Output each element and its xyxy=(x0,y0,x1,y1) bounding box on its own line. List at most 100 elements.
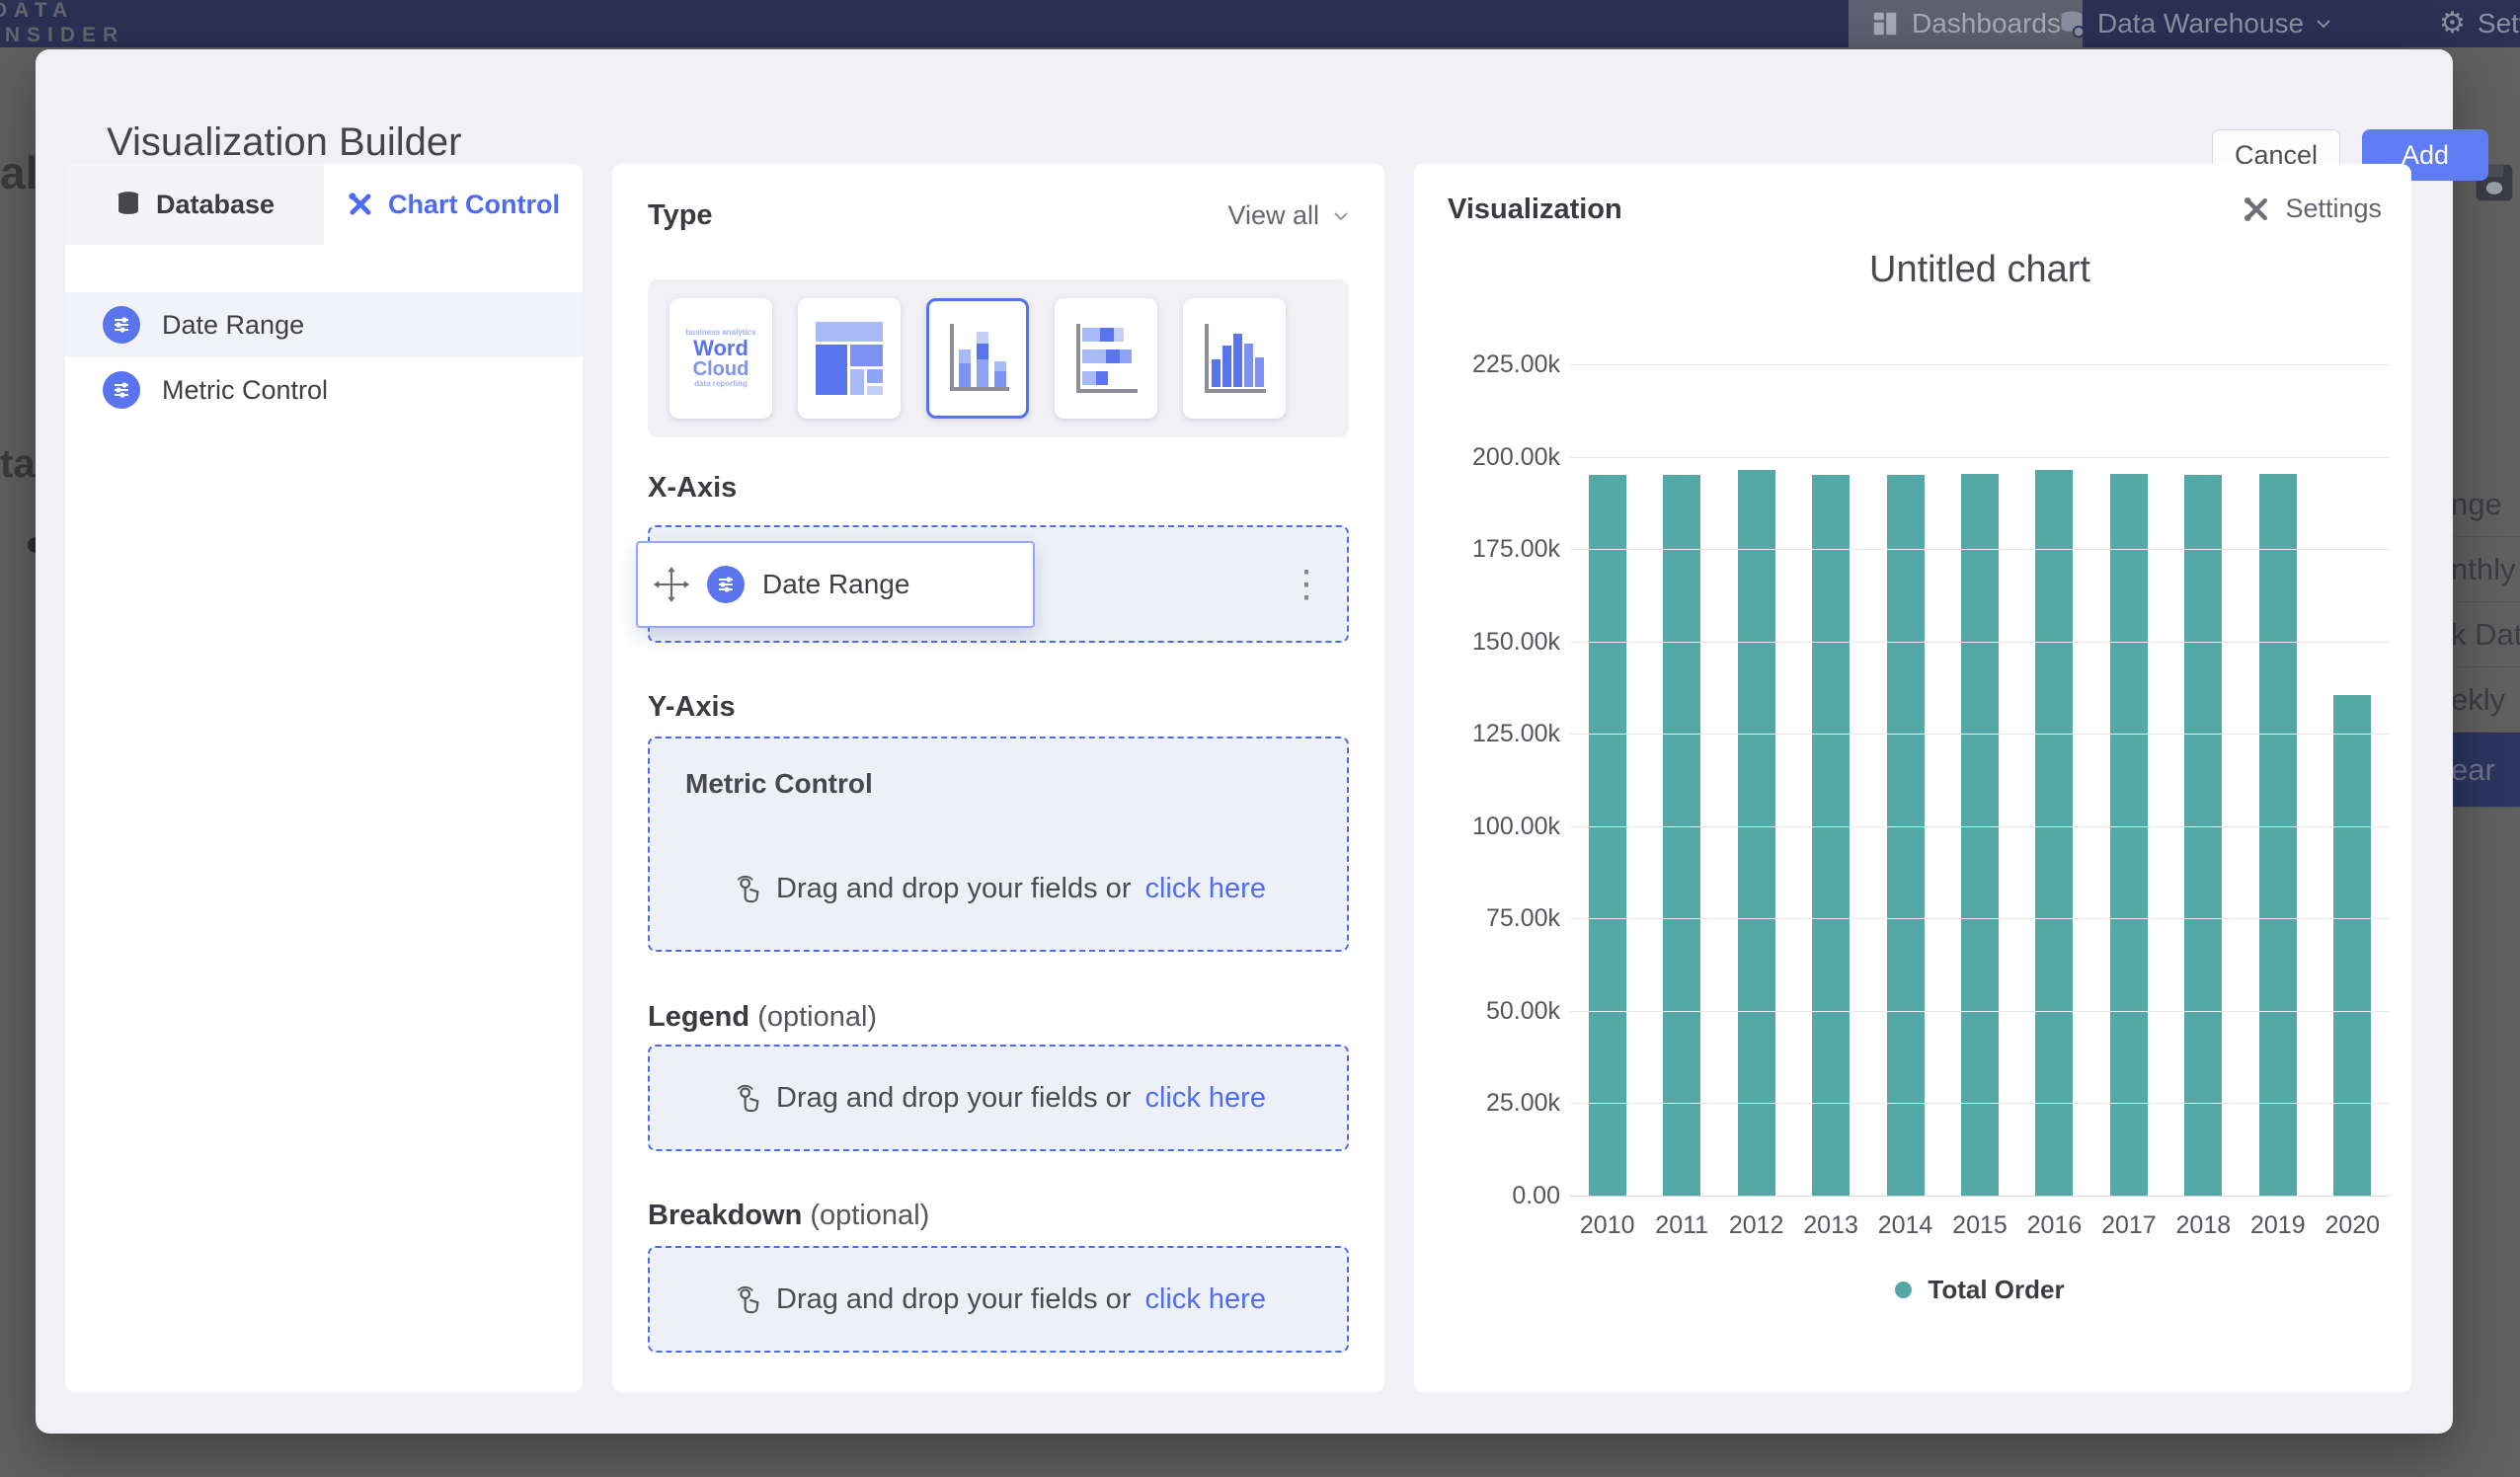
chart-type-stacked-column[interactable] xyxy=(926,298,1029,419)
tab-label: Chart Control xyxy=(388,190,560,220)
bar-slot xyxy=(2091,364,2166,1196)
legend-section-label: Legend (optional) xyxy=(648,1001,877,1034)
click-here-link[interactable]: click here xyxy=(1144,1283,1266,1316)
legend-dropzone[interactable]: Drag and drop your fields or click here xyxy=(648,1045,1349,1151)
chevron-down-icon xyxy=(2316,19,2331,29)
histogram-thumbnail xyxy=(1199,320,1270,397)
background-text-fragment: al xyxy=(0,146,38,199)
field-icon xyxy=(103,371,140,409)
fields-panel: Database Chart Control Date RangeMetric … xyxy=(65,164,583,1392)
tools-icon xyxy=(2242,194,2271,224)
y-tick-label: 175.00k xyxy=(1438,535,1560,564)
view-all-label: View all xyxy=(1227,200,1319,231)
click-here-link[interactable]: click here xyxy=(1144,873,1266,905)
settings-label: Settings xyxy=(2285,194,2382,224)
visualization-header: Visualization xyxy=(1448,194,1622,226)
background-menu-item: k Date xyxy=(2447,602,2520,667)
x-tick-label: 2020 xyxy=(2316,1211,2390,1240)
metric-control-group-title: Metric Control xyxy=(685,768,873,800)
bar xyxy=(2333,695,2371,1196)
y-tick-label: 150.00k xyxy=(1438,628,1560,657)
bar-slot xyxy=(1719,364,1793,1196)
field-icon xyxy=(103,306,140,344)
bar xyxy=(2184,475,2222,1196)
chart-type-word-cloud[interactable]: business analytics Word Cloud data repor… xyxy=(669,298,772,419)
dropzone-hint: Drag and drop your fields or xyxy=(776,873,1131,905)
chart-control-field-list: Date RangeMetric Control xyxy=(65,292,583,423)
chip-label: Date Range xyxy=(762,569,909,600)
gridline xyxy=(1570,1103,2390,1104)
gridline xyxy=(1570,364,2390,365)
y-axis-dropzone[interactable]: Metric Control Drag and drop your fields… xyxy=(648,737,1349,952)
gridline xyxy=(1570,549,2390,550)
tab-chart-control[interactable]: Chart Control xyxy=(324,164,583,245)
gear-icon: ⚙ xyxy=(2439,9,2466,39)
y-tick-label: 100.00k xyxy=(1438,813,1560,841)
treemap-thumbnail xyxy=(814,320,885,397)
y-tick-label: 225.00k xyxy=(1438,350,1560,379)
chart-type-treemap[interactable] xyxy=(798,298,901,419)
legend-label: Total Order xyxy=(1928,1275,2064,1305)
background-menu-item: ekly xyxy=(2447,667,2520,733)
gridline xyxy=(1570,642,2390,643)
field-icon xyxy=(707,566,745,603)
chart-settings-button[interactable]: Settings xyxy=(2242,194,2382,224)
x-axis-section-label: X-Axis xyxy=(648,472,737,505)
bar-slot xyxy=(1868,364,1942,1196)
chevron-down-icon xyxy=(1333,211,1349,221)
click-here-link[interactable]: click here xyxy=(1144,1082,1266,1115)
app-logo: DATA INSIDER xyxy=(0,0,124,47)
bar-slot xyxy=(2166,364,2241,1196)
y-tick-label: 75.00k xyxy=(1438,904,1560,933)
tap-icon xyxy=(731,1082,762,1114)
bar-series xyxy=(1570,364,2390,1196)
x-tick-label: 2018 xyxy=(2166,1211,2241,1240)
gridline xyxy=(1570,734,2390,735)
bar xyxy=(2110,474,2148,1196)
breakdown-section-label: Breakdown (optional) xyxy=(648,1200,929,1232)
logo-line1: DATA xyxy=(0,0,74,22)
tap-icon xyxy=(731,873,762,904)
bar-chart-plot xyxy=(1570,364,2390,1196)
view-all-dropdown[interactable]: View all xyxy=(1227,200,1349,231)
bar xyxy=(1663,475,1700,1196)
y-tick-label: 125.00k xyxy=(1438,720,1560,748)
field-item[interactable]: Metric Control xyxy=(65,357,583,423)
x-tick-label: 2014 xyxy=(1868,1211,1942,1240)
type-section-label: Type xyxy=(648,199,713,232)
bar-slot xyxy=(1793,364,1867,1196)
bar xyxy=(1887,475,1925,1196)
move-icon xyxy=(654,567,689,602)
nav-tab-settings[interactable]: ⚙ Settings xyxy=(2417,0,2520,47)
tab-database[interactable]: Database xyxy=(65,164,324,245)
gridline xyxy=(1570,457,2390,458)
nav-tab-data-warehouse[interactable]: Data Warehouse xyxy=(2036,0,2353,47)
x-tick-label: 2010 xyxy=(1570,1211,1644,1240)
bar xyxy=(2259,474,2297,1196)
top-nav-bar: DATA INSIDER Dashboards Data Warehouse ⚙ xyxy=(0,0,2520,47)
gridline xyxy=(1570,1011,2390,1012)
word-cloud-thumbnail: business analytics Word Cloud data repor… xyxy=(685,329,755,389)
visualization-panel: Visualization Settings Untitled chart 20… xyxy=(1414,164,2411,1392)
breakdown-dropzone[interactable]: Drag and drop your fields or click here xyxy=(648,1246,1349,1353)
chart-type-stacked-bar[interactable] xyxy=(1055,298,1157,419)
gridline xyxy=(1570,1196,2390,1197)
modal-title: Visualization Builder xyxy=(107,120,461,165)
bar-slot xyxy=(1942,364,2016,1196)
kebab-menu-icon[interactable]: ⋮ xyxy=(1288,527,1325,641)
y-axis-section-label: Y-Axis xyxy=(648,691,736,724)
tap-icon xyxy=(731,1283,762,1315)
bar-slot xyxy=(2017,364,2091,1196)
tools-icon xyxy=(347,191,374,218)
tab-label: Database xyxy=(156,190,275,220)
x-tick-label: 2012 xyxy=(1719,1211,1793,1240)
date-range-chip[interactable]: Date Range xyxy=(636,541,1035,628)
dropzone-hint: Drag and drop your fields or xyxy=(776,1283,1131,1316)
background-dropdown-fragment: ngenthlyk Dateeklyear xyxy=(2447,472,2520,808)
field-item[interactable]: Date Range xyxy=(65,292,583,357)
y-tick-label: 25.00k xyxy=(1438,1089,1560,1118)
legend-dot xyxy=(1895,1282,1912,1298)
chart-type-histogram[interactable] xyxy=(1183,298,1286,419)
database-icon xyxy=(115,190,142,219)
x-axis-dropzone[interactable]: Date Range xyxy=(648,525,1349,643)
